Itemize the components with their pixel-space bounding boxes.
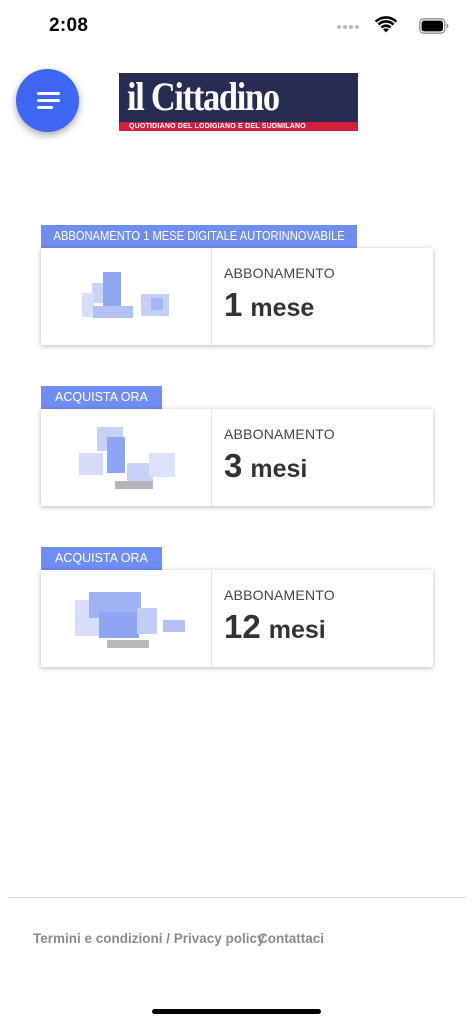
offer-card[interactable]: ABBONAMENTO 12 mesi bbox=[41, 570, 433, 667]
offer-tag: ACQUISTA ORA bbox=[41, 547, 162, 570]
offer-unit: mese bbox=[250, 294, 315, 322]
offer-unit: mesi bbox=[268, 616, 326, 644]
offer-image bbox=[41, 409, 212, 506]
logo-subtitle: QUOTIDIANO DEL LODIGIANO E DEL SUDMILANO bbox=[129, 123, 306, 130]
offer-number: 3 bbox=[224, 447, 243, 484]
offer-number: 1 bbox=[224, 286, 243, 323]
offer-label: ABBONAMENTO bbox=[224, 265, 335, 281]
offer-card[interactable]: ABBONAMENTO 3 mesi bbox=[41, 409, 433, 506]
home-indicator bbox=[152, 1009, 321, 1014]
newspaper-logo: il Cittadino QUOTIDIANO DEL LODIGIANO E … bbox=[119, 73, 358, 131]
offer-label: ABBONAMENTO bbox=[224, 587, 335, 603]
terms-privacy-link[interactable]: Termini e condizioni / Privacy policy bbox=[33, 931, 265, 946]
offer-card[interactable]: ABBONAMENTO 1 mese bbox=[41, 248, 433, 345]
logo-title: il Cittadino bbox=[127, 74, 280, 119]
screen: 2:08 il Cittadino QUOTIDIANO DEL LODIGIA… bbox=[0, 0, 473, 1024]
offer-duration: 12 mesi bbox=[224, 608, 326, 646]
signal-dots-icon bbox=[337, 25, 359, 29]
status-time: 2:08 bbox=[49, 15, 89, 36]
offer-label: ABBONAMENTO bbox=[224, 426, 335, 442]
footer-divider bbox=[8, 897, 466, 898]
offer-duration: 3 mesi bbox=[224, 447, 307, 485]
offer-image bbox=[41, 248, 212, 345]
wifi-icon bbox=[375, 16, 397, 33]
offer-image bbox=[41, 570, 212, 667]
menu-button[interactable] bbox=[16, 69, 79, 132]
offer-tag: ACQUISTA ORA bbox=[41, 386, 162, 409]
offer-unit: mesi bbox=[250, 455, 308, 483]
offer-tag: ABBONAMENTO 1 MESE DIGITALE AUTORINNOVAB… bbox=[41, 225, 358, 248]
contact-link[interactable]: Contattaci bbox=[258, 931, 324, 946]
offer-number: 12 bbox=[224, 608, 261, 645]
offer-duration: 1 mese bbox=[224, 286, 314, 324]
status-icons bbox=[329, 16, 449, 36]
battery-icon bbox=[419, 18, 449, 34]
